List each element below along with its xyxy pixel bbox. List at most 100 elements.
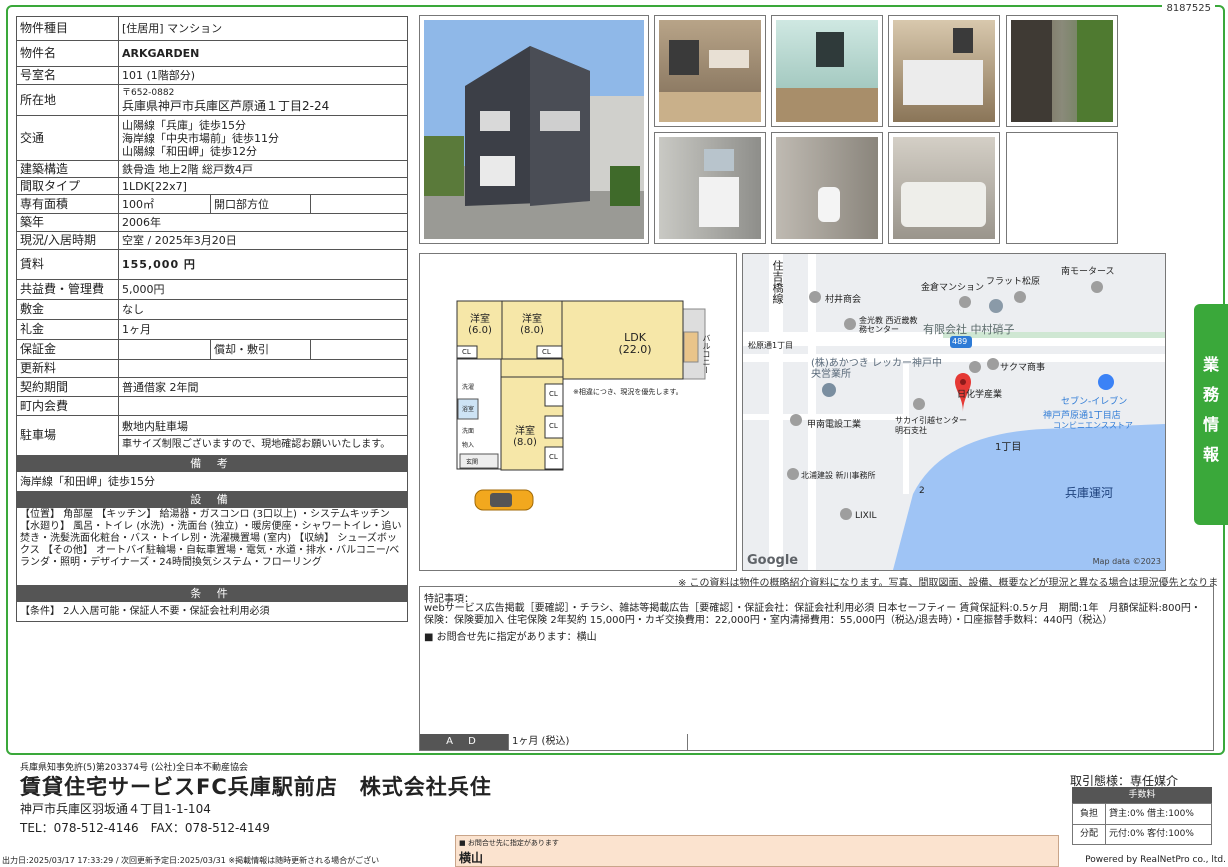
document-id: 8187525 — [1162, 3, 1215, 14]
map-label: 村井商会 — [825, 295, 862, 305]
room-label-ldk: LDK (22.0) — [618, 331, 652, 356]
area-map[interactable]: 住吉橋線 村井商会 金倉マンション フラット松原 南モータース 金光教 西近畿教… — [742, 253, 1166, 571]
map-label: 金倉マンション — [921, 283, 985, 293]
business-info-tab[interactable]: 業務情報 — [1194, 304, 1228, 525]
map-label: 1丁目 — [995, 442, 1022, 453]
photo-toilet[interactable] — [771, 132, 883, 244]
closet-label: CL — [549, 390, 558, 398]
photo-washroom[interactable] — [654, 132, 766, 244]
renewal-label: 更新料 — [16, 359, 119, 378]
rent-value: 155,000 円 — [117, 249, 409, 280]
access-label: 交通 — [16, 115, 119, 161]
split-value: 元付:0% 客付:100% — [1109, 829, 1194, 839]
parking-value: 敷地内駐車場 — [119, 418, 407, 436]
map-label: フラット松原 — [986, 277, 1041, 287]
burden-value: 貸主:0% 借主:100% — [1106, 804, 1211, 825]
type-value: [住居用] マンション — [117, 16, 409, 41]
split-label: 分配 — [1073, 825, 1106, 844]
map-label: LIXIL — [855, 511, 877, 521]
contact-box-name: 横山 — [459, 851, 484, 865]
contact-box-note: ■ お問合せ先に指定があります — [459, 839, 559, 847]
contract-label: 契約期間 — [16, 377, 119, 397]
company-address: 神戸市兵庫区羽坂通４丁目1-1-104 — [20, 802, 211, 816]
direction-label: 開口部方位 — [210, 194, 311, 214]
company-name: 賃貸住宅サービスFC兵庫駅前店 株式会社兵住 — [20, 775, 492, 799]
key-money-label: 礼金 — [16, 319, 119, 340]
built-label: 築年 — [16, 213, 119, 232]
remarks-header: 備 考 — [15, 455, 409, 472]
washroom-label: 洗面 — [462, 428, 475, 435]
ad-value: 1ヶ月 (税込) — [508, 734, 688, 750]
entrance-label: 玄関 — [466, 459, 479, 466]
map-label: 北浦建設 新川事務所 — [801, 471, 876, 480]
map-label: 兵庫運河 — [1065, 486, 1114, 500]
room-label-south: 洋室 (8.0) — [513, 426, 537, 448]
address-value: 兵庫県神戸市兵庫区芦原通１丁目2-24 — [122, 99, 330, 113]
photo-garden[interactable] — [1006, 15, 1118, 127]
closet-label: CL — [462, 348, 471, 356]
contact-designation: ■ お問合せ先に指定があります：横山 — [424, 632, 597, 643]
fee-header: 手数料 — [1072, 787, 1212, 803]
renewal-value — [117, 359, 409, 378]
map-label: セブン-イレブン — [1061, 397, 1128, 407]
balcony-label: バルコニー — [702, 334, 711, 374]
photo-exterior[interactable] — [419, 15, 649, 244]
storage-label: 物入 — [462, 442, 475, 449]
access-line: 山陽線「和田岬」徒歩12分 — [122, 144, 257, 158]
town-fee-label: 町内会費 — [16, 396, 119, 416]
parking-label: 駐車場 — [16, 415, 119, 456]
special-notes: 特記事項： webサービス広告掲載［要確認］・チラシ、雑誌等掲載広告［要確認］・… — [419, 586, 1214, 751]
map-label: コンビニエンスストア — [1053, 421, 1133, 430]
conditions-text: 【条件】 2人入居可能・保証人不要・保証会社利用必須 — [15, 601, 409, 622]
area-label: 専有面積 — [16, 194, 119, 214]
name-value: ARKGARDEN — [117, 40, 409, 67]
fee-value: 5,000円 — [117, 279, 409, 300]
fee-table: 負担 貸主:0% 借主:100% 分配 元付:0% 客付:100% — [1072, 803, 1212, 845]
access-line: 海岸線「中央市場前」徒歩11分 — [122, 131, 279, 145]
type-label: 物件種目 — [16, 16, 119, 41]
structure-label: 建築構造 — [16, 160, 119, 178]
town-fee-value — [117, 396, 409, 416]
key-money-value: 1ヶ月 — [117, 319, 409, 340]
map-label: 2 — [919, 486, 925, 496]
closet-label: CL — [549, 422, 558, 430]
exterior-photo-image — [420, 16, 648, 243]
company-phone: TEL：078-512-4146 FAX：078-512-4149 — [20, 821, 270, 835]
ad-label: A D — [420, 734, 508, 750]
access-line: 山陽線「兵庫」徒歩15分 — [122, 118, 246, 132]
footer: 兵庫県知事免許(5)第203374号 (公社)全日本不動産協会 賃貸住宅サービス… — [0, 755, 1228, 867]
photo-ldk[interactable] — [654, 15, 766, 127]
status-value: 空室 / 2025年3月20日 — [117, 231, 409, 250]
guarantee-label: 保証金 — [16, 339, 119, 360]
laundry-label: 洗濯 — [462, 384, 475, 391]
map-label: (株)あかつき レッカー神戸中央営業所 — [811, 358, 942, 380]
deposit-label: 敷金 — [16, 299, 119, 320]
print-info: 出力日:2025/03/17 17:33:29 / 次回更新予定日:2025/0… — [2, 856, 380, 865]
room-label: 号室名 — [16, 66, 119, 85]
photo-room[interactable] — [771, 15, 883, 127]
map-label: サカイ引越センター 明石支社 — [895, 416, 967, 435]
closet-label: CL — [549, 453, 558, 461]
map-label: 甲南電設工業 — [807, 420, 862, 430]
amortization-value — [309, 339, 409, 360]
status-label: 現況/入居時期 — [16, 231, 119, 250]
contact-box: ■ お問合せ先に指定があります 横山 — [455, 835, 1059, 867]
burden-label: 負担 — [1073, 804, 1106, 825]
built-value: 2006年 — [117, 213, 409, 232]
map-label: 金光教 西近畿教務センター — [859, 316, 918, 334]
photo-bathroom[interactable] — [888, 132, 1000, 244]
parking-note: 車サイズ制限ございますので、現地確認お願いいたします。 — [122, 439, 391, 450]
room-label-west: 洋室 (6.0) — [468, 314, 492, 336]
map-label: 南モータース — [1061, 267, 1115, 277]
photo-kitchen[interactable] — [888, 15, 1000, 127]
floor-plan-note: ※相違につき、現況を優先します。 — [573, 388, 683, 396]
map-label: 日化学産業 — [957, 390, 1003, 400]
route-badge: 489 — [952, 337, 968, 346]
closet-label: CL — [542, 348, 551, 356]
amortization-label: 償却・敷引 — [210, 339, 311, 360]
address-label: 所在地 — [16, 84, 119, 116]
rent-label: 賃料 — [16, 249, 119, 280]
equipment-text: 【位置】 角部屋 【キッチン】 給湯器・ガスコンロ (3口以上) ・システムキッ… — [15, 507, 409, 586]
powered-by: Powered by RealNetPro co., ltd. — [1085, 855, 1226, 865]
map-label: 住吉橋線 — [771, 260, 784, 304]
